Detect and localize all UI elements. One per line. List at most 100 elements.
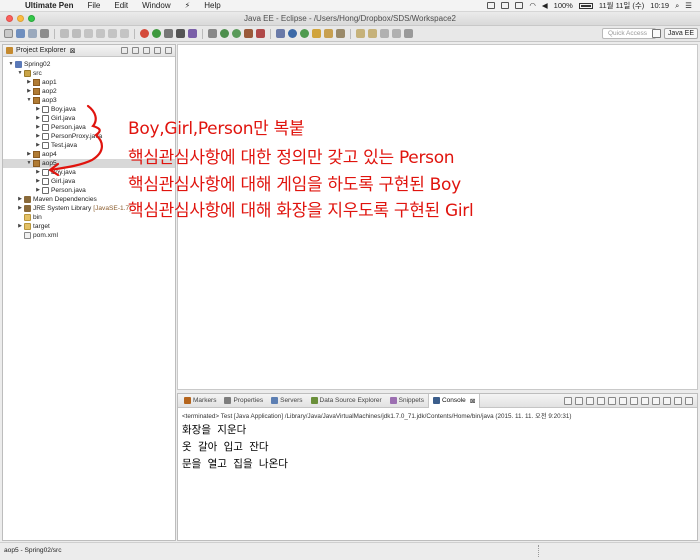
tree-item[interactable]: bin <box>3 213 175 222</box>
tree-item[interactable]: ▶ Girl.java <box>3 114 175 123</box>
paste-icon[interactable] <box>108 29 117 38</box>
spotlight-icon[interactable]: ⌕ <box>675 1 679 11</box>
maximize-view-icon[interactable] <box>165 47 172 54</box>
forward-icon[interactable] <box>392 29 401 38</box>
tree-item[interactable]: ▶ PersonProxy.java <box>3 132 175 141</box>
panel-tab-properties[interactable]: Properties <box>220 394 267 408</box>
collapsed-twisty-icon[interactable]: ▶ <box>34 105 42 114</box>
next-annotation-icon[interactable] <box>368 29 377 38</box>
menu-edit[interactable]: Edit <box>107 1 135 10</box>
delete-icon[interactable] <box>120 29 129 38</box>
tree-item[interactable]: ▶ aop4 <box>3 150 175 159</box>
wifi-icon[interactable]: ◠ <box>529 1 536 10</box>
battery-icon[interactable] <box>578 2 593 9</box>
pin-editor-icon[interactable] <box>404 29 413 38</box>
close-window-button[interactable] <box>6 15 13 22</box>
run-icon[interactable] <box>220 29 229 38</box>
print-icon[interactable] <box>40 29 49 38</box>
project-explorer-tab[interactable]: Project Explorer ⊠ <box>3 45 175 57</box>
tree-item[interactable]: ▶ aop1 <box>3 78 175 87</box>
panel-tab-data-source-explorer[interactable]: Data Source Explorer <box>307 394 386 408</box>
volume-icon[interactable]: ◀ <box>542 1 548 10</box>
undo-icon[interactable] <box>60 29 69 38</box>
maximize-panel-icon[interactable] <box>685 396 693 405</box>
close-view-icon[interactable]: ⊠ <box>70 47 76 55</box>
tree-item[interactable]: ▶ target <box>3 222 175 231</box>
sync-icon[interactable] <box>515 2 524 9</box>
stop-icon[interactable] <box>140 29 149 38</box>
tree-item[interactable]: ▶ JRE System Library [JavaSE-1.7] <box>3 204 175 213</box>
search-icon[interactable] <box>336 29 345 38</box>
collapsed-twisty-icon[interactable]: ▶ <box>25 150 33 159</box>
collapsed-twisty-icon[interactable]: ▶ <box>34 186 42 195</box>
new-class-icon[interactable] <box>300 29 309 38</box>
panel-tab-snippets[interactable]: Snippets <box>386 394 428 408</box>
tree-item[interactable]: ▼ aop5 <box>3 159 175 168</box>
scroll-lock-icon[interactable] <box>608 396 616 405</box>
collapsed-twisty-icon[interactable]: ▶ <box>34 177 42 186</box>
menu-eclipse-icon[interactable]: ⚡ <box>178 1 198 10</box>
tree-item[interactable]: ▼ aop3 <box>3 96 175 105</box>
collapse-all-icon[interactable] <box>121 47 128 54</box>
collapsed-twisty-icon[interactable]: ▶ <box>16 222 24 231</box>
collapsed-twisty-icon[interactable]: ▶ <box>25 78 33 87</box>
menu-window[interactable]: Window <box>135 1 177 10</box>
tree-item[interactable]: ▶ Boy.java <box>3 105 175 114</box>
tree-item[interactable]: ▶ Person.java <box>3 186 175 195</box>
profile-icon[interactable] <box>256 29 265 38</box>
remove-all-icon[interactable] <box>586 396 594 405</box>
back-icon[interactable] <box>380 29 389 38</box>
display-console-icon[interactable] <box>652 396 660 405</box>
tree-item[interactable]: ▶ aop2 <box>3 87 175 96</box>
panel-tab-servers[interactable]: Servers <box>267 394 306 408</box>
debug-icon[interactable] <box>152 29 161 38</box>
new-package-icon[interactable] <box>288 29 297 38</box>
view-menu-icon[interactable] <box>143 47 150 54</box>
show-on-output-icon[interactable] <box>630 396 638 405</box>
save-all-icon[interactable] <box>28 29 37 38</box>
link-with-editor-icon[interactable] <box>132 47 139 54</box>
dropbox-icon[interactable] <box>501 2 510 9</box>
minimize-panel-icon[interactable] <box>674 396 682 405</box>
panel-tab-console[interactable]: Console ⊠ <box>427 393 481 408</box>
settings-icon[interactable] <box>208 29 217 38</box>
close-console-icon[interactable]: ⊠ <box>470 397 475 405</box>
expanded-twisty-icon[interactable]: ▼ <box>25 96 33 105</box>
tree-item[interactable]: pom.xml <box>3 231 175 240</box>
collapsed-twisty-icon[interactable]: ▶ <box>16 195 24 204</box>
word-wrap-icon[interactable] <box>619 396 627 405</box>
panel-tab-markers[interactable]: Markers <box>180 394 220 408</box>
cut-icon[interactable] <box>84 29 93 38</box>
open-console-icon[interactable] <box>663 396 671 405</box>
menu-help[interactable]: Help <box>197 1 227 10</box>
server-icon[interactable] <box>164 29 173 38</box>
copy-icon[interactable] <box>96 29 105 38</box>
redo-icon[interactable] <box>72 29 81 38</box>
remove-launch-icon[interactable] <box>575 396 583 405</box>
collapsed-twisty-icon[interactable]: ▶ <box>34 114 42 123</box>
new-icon[interactable] <box>4 29 13 38</box>
expanded-twisty-icon[interactable]: ▼ <box>16 69 24 78</box>
tree-item[interactable]: ▼ src <box>3 69 175 78</box>
prev-annotation-icon[interactable] <box>356 29 365 38</box>
external-tools-icon[interactable] <box>188 29 197 38</box>
status-icon[interactable] <box>487 2 496 9</box>
tree-item[interactable]: ▶ Girl.java <box>3 177 175 186</box>
open-type-icon[interactable] <box>312 29 321 38</box>
build-icon[interactable] <box>176 29 185 38</box>
menu-time[interactable]: 10:19 <box>650 1 669 10</box>
quick-access-input[interactable]: Quick Access <box>602 28 656 39</box>
app-menu[interactable]: Ultimate Pen <box>18 1 80 10</box>
new-java-project-icon[interactable] <box>276 29 285 38</box>
save-icon[interactable] <box>16 29 25 38</box>
collapsed-twisty-icon[interactable]: ▶ <box>34 141 42 150</box>
tree-item[interactable]: ▼ Spring02 <box>3 60 175 69</box>
console-output[interactable]: 화장을 지운다 옷 갈아 입고 잔다 문을 열고 집을 나온다 <box>178 422 697 473</box>
collapsed-twisty-icon[interactable]: ▶ <box>34 132 42 141</box>
tree-item[interactable]: ▶ Person.java <box>3 123 175 132</box>
expanded-twisty-icon[interactable]: ▼ <box>7 60 15 69</box>
notification-center-icon[interactable]: ☰ <box>685 1 692 10</box>
collapsed-twisty-icon[interactable]: ▶ <box>34 123 42 132</box>
expanded-twisty-icon[interactable]: ▼ <box>25 159 33 168</box>
tree-item[interactable]: ▶ Maven Dependencies <box>3 195 175 204</box>
